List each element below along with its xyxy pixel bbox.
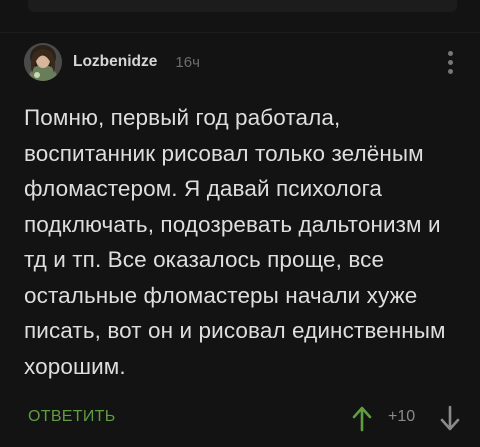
comment-time: 16ч [175,53,200,71]
divider [0,32,480,33]
arrow-up-icon[interactable] [348,404,376,432]
comment-body: Помню, первый год работала, воспитанник … [24,100,464,384]
username[interactable]: Lozbenidze [73,53,157,71]
comment-header: Lozbenidze 16ч [24,42,200,82]
rating-count: +10 [388,408,416,425]
arrow-down-icon[interactable] [438,404,462,432]
comment-text: Помню, первый год работала, воспитанник … [24,105,446,379]
previous-comment-card [28,0,457,12]
comment-footer: ОТВЕТИТЬ +10 [28,400,460,436]
user-avatar[interactable] [24,43,62,81]
reply-button[interactable]: ОТВЕТИТЬ [28,408,116,426]
more-vertical-icon[interactable] [442,48,458,76]
